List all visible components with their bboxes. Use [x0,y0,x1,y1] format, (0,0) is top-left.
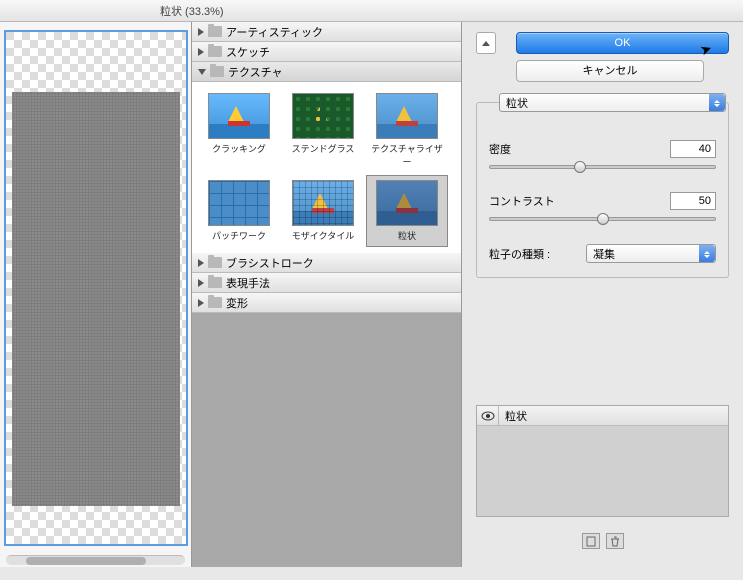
density-label: 密度 [489,141,511,157]
trash-icon [610,536,620,547]
thumb-craquelure[interactable]: クラッキング [198,88,280,173]
thumb-texturizer[interactable]: テクスチャライザー [366,88,448,173]
grain-type-select[interactable]: 凝集 [586,244,716,263]
select-arrows-icon [699,245,715,262]
chevron-right-icon [198,28,204,36]
folder-icon [208,26,222,37]
thumb-patchwork[interactable]: パッチワーク [198,175,280,247]
applied-filters-box: 粒状 [476,405,729,517]
folder-icon [208,297,222,308]
preview-pane [0,22,192,567]
category-texture[interactable]: テクスチャ [192,62,461,82]
category-label: テクスチャ [228,64,283,80]
ok-button[interactable]: OK➤ [516,32,729,54]
density-slider[interactable] [489,160,716,174]
chevron-right-icon [198,299,204,307]
window-titlebar: 粒状 (33.3%) [0,0,743,22]
category-artistic[interactable]: アーティスティック [192,22,461,42]
texture-thumbnails: クラッキング ステンドグラス テクスチャライザー パッチワーク モザイクタイル … [192,82,461,253]
chevron-up-icon [482,41,490,46]
category-label: スケッチ [226,44,270,60]
delete-button[interactable] [606,533,624,549]
filter-list-empty [192,313,461,567]
new-layer-button[interactable] [582,533,600,549]
eye-icon [481,411,495,421]
category-label: 変形 [226,295,248,311]
chevron-right-icon [198,259,204,267]
applied-filter-label: 粒状 [499,408,527,424]
applied-filter-row[interactable]: 粒状 [477,406,728,426]
grain-type-label: 粒子の種類 : [489,246,550,262]
cancel-button[interactable]: キャンセル [516,60,704,82]
chevron-right-icon [198,279,204,287]
filter-list-pane: アーティスティック スケッチ テクスチャ クラッキング ステンドグラス テクスチ… [192,22,462,567]
folder-icon [210,66,224,77]
select-arrows-icon [709,94,725,111]
window-title: 粒状 (33.3%) [160,3,224,19]
thumb-stained-glass[interactable]: ステンドグラス [282,88,364,173]
contrast-input[interactable] [670,192,716,210]
controls-pane: OK➤ キャンセル 粒状 密度 コントラスト 粒子の種類 : 凝集 [462,22,743,567]
preview-image [12,92,180,506]
category-distort[interactable]: 変形 [192,293,461,313]
collapse-button[interactable] [476,32,496,54]
category-label: アーティスティック [226,24,323,40]
folder-icon [208,277,222,288]
contrast-slider[interactable] [489,212,716,226]
category-stylize[interactable]: 表現手法 [192,273,461,293]
category-label: 表現手法 [226,275,270,291]
density-input[interactable] [670,140,716,158]
page-icon [586,536,596,547]
parameter-group: 粒状 密度 コントラスト 粒子の種類 : 凝集 [476,102,729,278]
chevron-right-icon [198,48,204,56]
thumb-grain[interactable]: 粒状 [366,175,448,247]
folder-icon [208,257,222,268]
filter-select[interactable]: 粒状 [499,93,726,112]
category-label: ブラシストローク [226,255,314,271]
visibility-toggle[interactable] [477,406,499,425]
thumb-mosaic-tiles[interactable]: モザイクタイル [282,175,364,247]
preview-scrollbar[interactable] [6,555,185,565]
contrast-label: コントラスト [489,193,555,209]
folder-icon [208,46,222,57]
chevron-down-icon [198,69,206,75]
preview-canvas[interactable] [4,30,188,546]
category-sketch[interactable]: スケッチ [192,42,461,62]
cursor-icon: ➤ [697,38,715,61]
category-brush-strokes[interactable]: ブラシストローク [192,253,461,273]
